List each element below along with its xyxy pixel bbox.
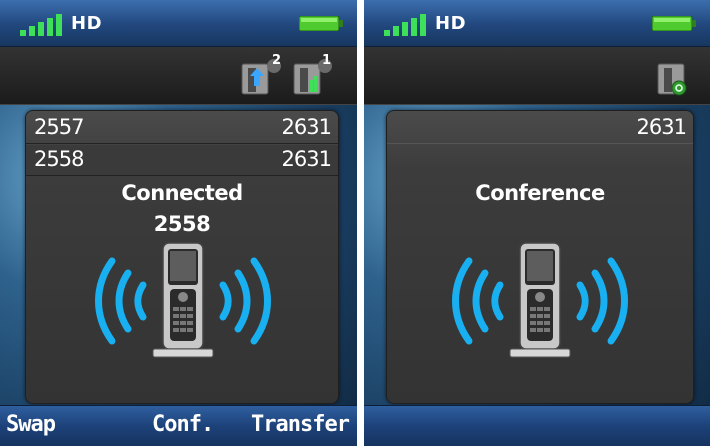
conference-icon[interactable]	[652, 58, 694, 98]
conference-softkey[interactable]: Conf.	[152, 412, 214, 437]
connected-number: 2558	[153, 212, 211, 236]
line-number: 2631	[281, 147, 332, 171]
caller-number: 2557	[34, 115, 84, 139]
call-toolbar: 2 1	[0, 47, 357, 105]
handset-screen-conference: HD 2631 Conference	[364, 0, 710, 446]
call-state-label: Conference	[475, 181, 605, 205]
call-row-active[interactable]: 2558 2631	[26, 145, 338, 176]
call-state-label: Connected	[121, 181, 243, 205]
handset-screen-connected: HD 2 1 2557 2631 2558 2631 Connected 255…	[0, 0, 357, 446]
signal-bars-icon	[20, 14, 62, 36]
line-number: 2631	[636, 115, 687, 139]
caller-number: 2558	[34, 147, 84, 171]
call-row-held[interactable]: 2557 2631	[26, 113, 338, 144]
handset-ringing-icon	[452, 242, 628, 358]
hd-audio-label: HD	[71, 13, 103, 34]
softkey-bar	[364, 405, 710, 446]
status-bar: HD	[0, 0, 357, 47]
swap-softkey[interactable]: Swap	[6, 412, 56, 437]
battery-icon	[652, 16, 696, 31]
call-panel: 2557 2631 2558 2631 Connected 2558	[25, 110, 339, 404]
line-number: 2631	[281, 115, 332, 139]
call-panel: 2631 Conference	[386, 110, 694, 404]
active-call-count-badge: 1	[322, 53, 332, 68]
signal-bars-icon	[384, 14, 426, 36]
battery-icon	[299, 16, 343, 31]
hd-audio-label: HD	[435, 13, 467, 34]
status-bar: HD	[364, 0, 710, 47]
held-call-count-badge: 2	[272, 53, 282, 68]
conference-line-row: 2631	[387, 113, 693, 144]
call-toolbar	[364, 47, 710, 105]
softkey-bar: Swap Conf. Transfer	[0, 405, 357, 446]
transfer-softkey[interactable]: Transfer	[251, 412, 350, 437]
handset-ringing-icon	[95, 242, 271, 358]
